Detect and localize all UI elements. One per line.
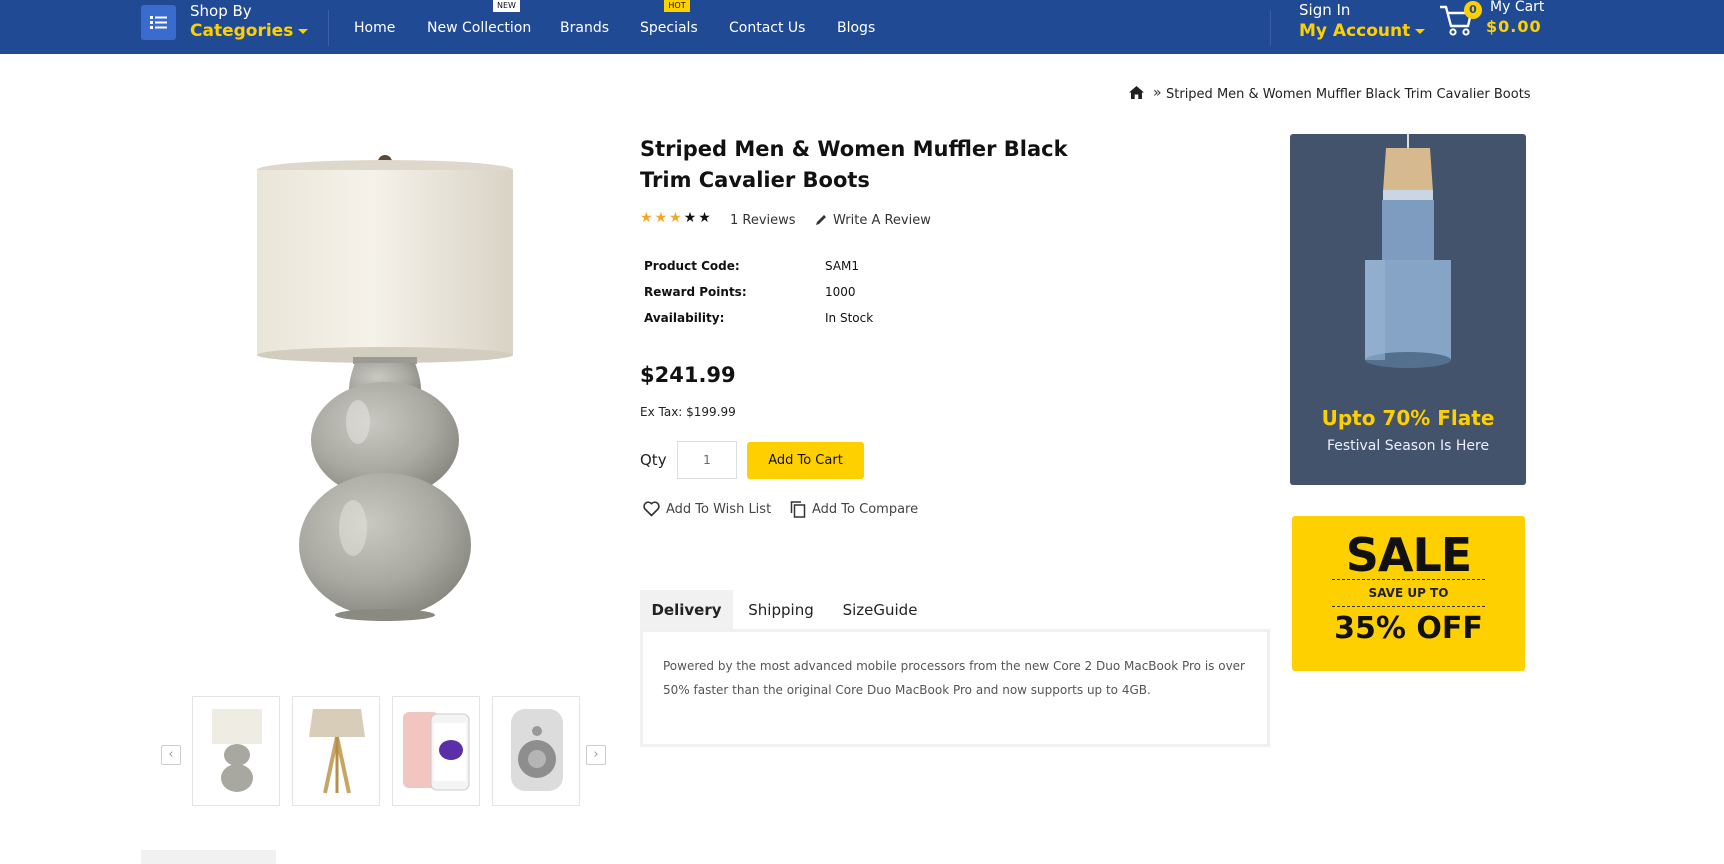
- breadcrumb-separator: »: [1153, 85, 1162, 101]
- sale-title: SALE: [1345, 528, 1472, 582]
- menu-specials[interactable]: Specials: [640, 20, 698, 36]
- menu-brands[interactable]: Brands: [560, 20, 609, 36]
- product-main-image[interactable]: [165, 105, 605, 635]
- tab-sizeguide[interactable]: SizeGuide: [830, 590, 930, 631]
- spec-value: SAM1: [825, 259, 860, 273]
- my-account-label: My Account: [1299, 21, 1411, 41]
- star-icon: ★: [698, 210, 713, 226]
- pendant-lamp-promo-banner[interactable]: Upto 70% Flate Festival Season Is Here: [1290, 134, 1526, 485]
- save-up-to-label: SAVE UP TO: [1368, 586, 1449, 600]
- phone-thumbnail-image: [403, 712, 470, 791]
- spec-label: Reward Points:: [644, 285, 747, 299]
- categories-label: Categories: [190, 21, 294, 41]
- add-to-compare-link[interactable]: Add To Compare: [812, 502, 918, 517]
- nav-divider: [328, 10, 329, 46]
- menu-contact-us[interactable]: Contact Us: [729, 20, 805, 36]
- bottom-section-tab[interactable]: [141, 850, 276, 864]
- list-icon: [150, 16, 167, 29]
- speaker-thumbnail-image: [511, 709, 563, 791]
- heart-icon[interactable]: [643, 501, 660, 517]
- write-review-link[interactable]: Write A Review: [833, 213, 931, 228]
- spec-label: Availability:: [644, 311, 725, 325]
- top-navbar: Shop By Categories Home New Collection B…: [0, 0, 1724, 54]
- nav-divider: [1270, 10, 1271, 46]
- promo-subtitle: Festival Season Is Here: [1326, 438, 1490, 454]
- divider: [1332, 606, 1485, 607]
- menu-home[interactable]: Home: [354, 20, 395, 36]
- discount-label: 35% OFF: [1334, 611, 1483, 646]
- categories-dropdown[interactable]: Categories: [190, 21, 309, 41]
- home-icon[interactable]: [1129, 86, 1144, 99]
- spec-label: Product Code:: [644, 259, 740, 273]
- star-filled-icon: ★: [669, 210, 684, 226]
- cart-count-badge: 0: [1464, 1, 1482, 19]
- compare-icon[interactable]: [790, 501, 806, 518]
- add-to-wish-list-link[interactable]: Add To Wish List: [666, 502, 771, 517]
- tab-shipping[interactable]: Shipping: [738, 590, 824, 631]
- sale-banner[interactable]: SALE SAVE UP TO 35% OFF: [1292, 516, 1525, 671]
- breadcrumb-current[interactable]: Striped Men & Women Muffler Black Trim C…: [1166, 87, 1531, 102]
- star-filled-icon: ★: [654, 210, 670, 226]
- categories-menu-button[interactable]: [141, 5, 176, 40]
- product-price: $241.99: [640, 363, 736, 387]
- divider: [1332, 579, 1485, 580]
- thumb-prev-button[interactable]: ‹: [161, 745, 181, 765]
- shop-by-label: Shop By: [190, 2, 252, 20]
- chevron-down-icon: [1415, 28, 1426, 34]
- star-filled-icon: ★: [640, 210, 655, 226]
- add-to-cart-button[interactable]: Add To Cart: [747, 442, 864, 479]
- my-account-dropdown[interactable]: My Account: [1299, 21, 1426, 41]
- tab-content: Powered by the most advanced mobile proc…: [640, 629, 1270, 747]
- tab-delivery[interactable]: Delivery: [640, 590, 733, 631]
- thumbnail-phone[interactable]: [392, 696, 480, 806]
- reviews-link[interactable]: 1 Reviews: [730, 213, 796, 228]
- thumbnail-lamp[interactable]: [192, 696, 280, 806]
- product-title: Striped Men & Women Muffler Black Trim C…: [640, 137, 1068, 192]
- new-badge: NEW: [493, 0, 520, 12]
- spec-value: 1000: [825, 285, 856, 299]
- promo-title: Upto 70% Flate: [1321, 406, 1495, 430]
- menu-blogs[interactable]: Blogs: [837, 20, 875, 36]
- spec-value: In Stock: [825, 311, 874, 325]
- pendant-lamp-image: [1365, 134, 1451, 368]
- lamp-thumbnail-image: [212, 709, 262, 792]
- cart-total[interactable]: $0.00: [1486, 17, 1542, 36]
- my-cart-label[interactable]: My Cart: [1490, 0, 1544, 15]
- star-icon: ★: [683, 210, 699, 226]
- menu-new-collection[interactable]: New Collection: [427, 20, 531, 36]
- thumbnail-tripod-lamp[interactable]: [292, 696, 380, 806]
- hot-badge: HOT: [664, 0, 690, 12]
- chevron-down-icon: [298, 28, 309, 34]
- qty-input[interactable]: [677, 441, 737, 479]
- qty-label: Qty: [640, 451, 667, 469]
- tripod-lamp-thumbnail-image: [309, 709, 365, 794]
- rating-stars: ★★★★★: [640, 210, 713, 226]
- ex-tax-price: Ex Tax: $199.99: [640, 405, 736, 419]
- pencil-icon: [816, 215, 826, 225]
- sign-in-link[interactable]: Sign In: [1299, 1, 1350, 19]
- thumbnail-speaker[interactable]: [492, 696, 580, 806]
- thumb-next-button[interactable]: ›: [586, 745, 606, 765]
